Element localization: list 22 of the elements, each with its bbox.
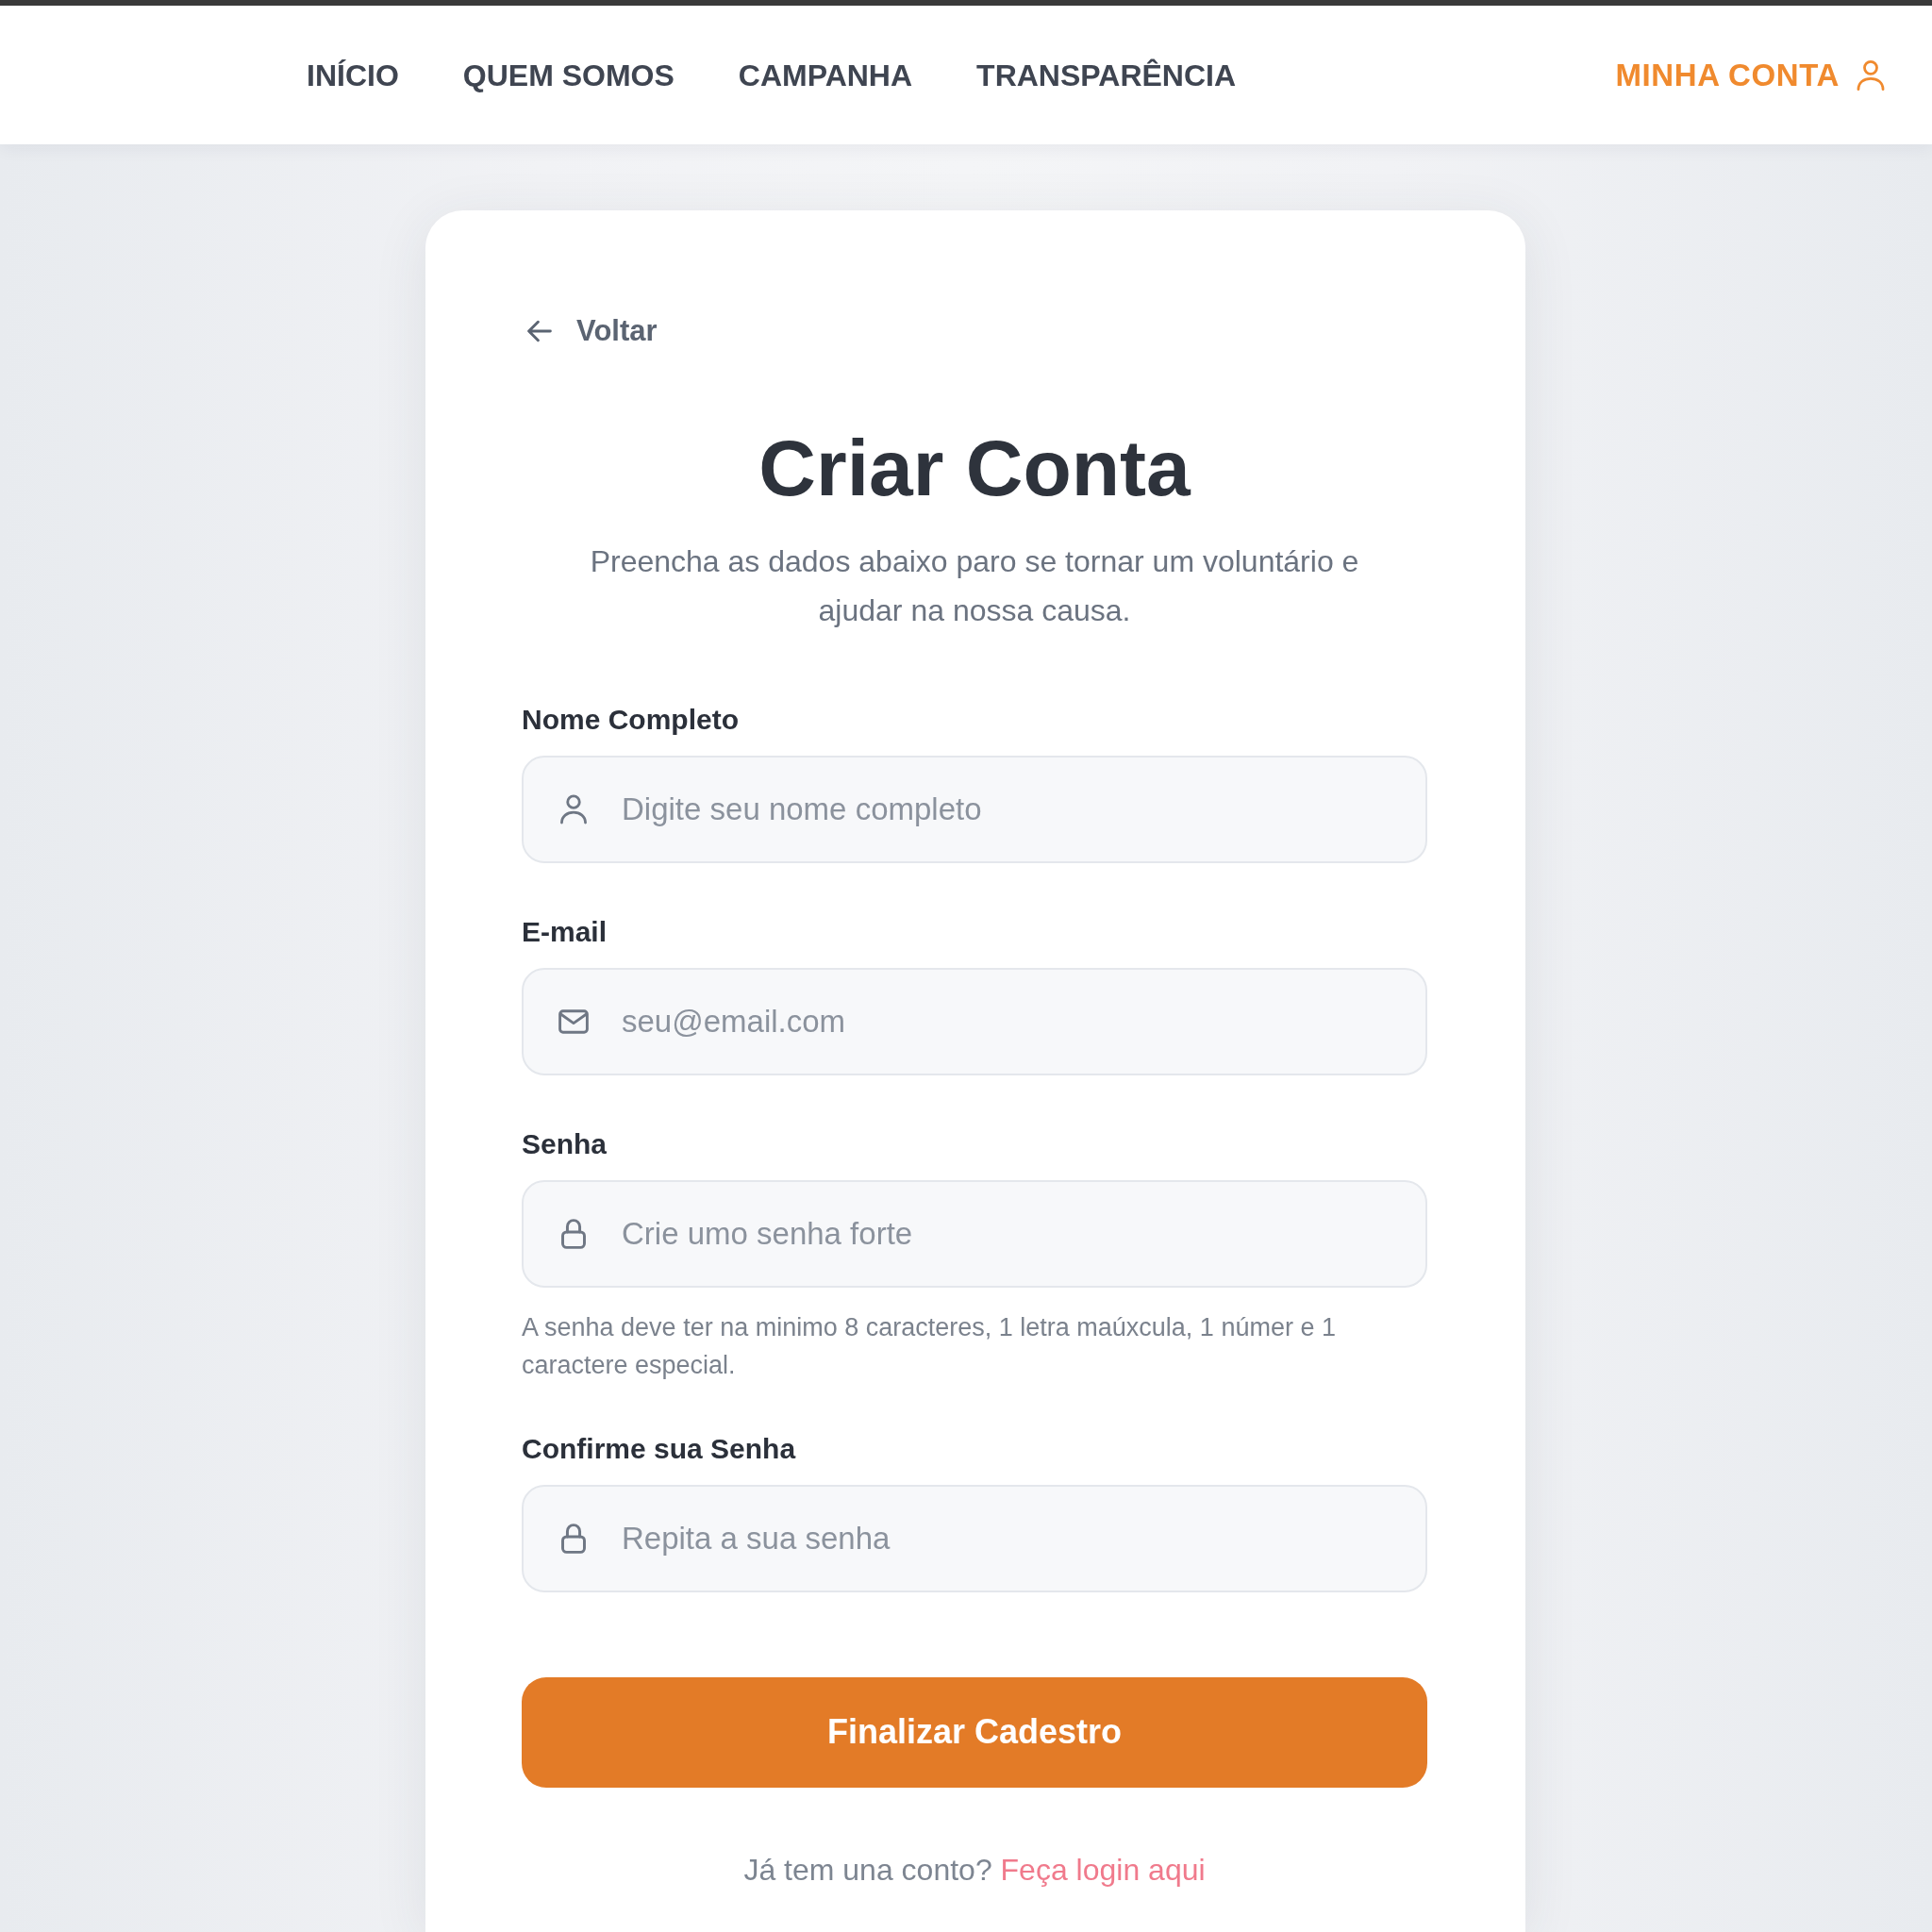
form-subtitle: Preencha as dados abaixo paro se tornar um voluntário e ajudar na nossa causa.: [589, 542, 1360, 629]
login-prompt: Já tem una conto? Feça login aqui: [742, 1851, 1207, 1888]
email-field[interactable]: seu@email.com: [522, 967, 1427, 1075]
password-field[interactable]: Repita a sua senha: [522, 1484, 1427, 1592]
nav-link[interactable]: QUEM SOMOS: [462, 52, 675, 98]
arrow-left-icon: [527, 320, 552, 342]
nav-link[interactable]: TRANSPARÊNCIA: [976, 52, 1237, 98]
password-field[interactable]: Crie umo senha forte: [522, 1179, 1427, 1288]
nav-link[interactable]: CAMPANHA: [738, 52, 913, 98]
person-icon: [558, 793, 589, 824]
form-title: Criar Conta: [758, 423, 1192, 514]
padlock-icon: [558, 1218, 589, 1249]
back-link[interactable]: Voltar: [522, 314, 658, 348]
field-label: Nome Completo: [522, 703, 740, 736]
name-field[interactable]: Digite seu nome completo: [522, 755, 1427, 863]
field-label: E-mail: [522, 915, 608, 948]
password-hint: A senha deve ter na minimo 8 caracteres, 1 letra maúxcula, 1 númer e 1 caractere especial.: [522, 1311, 1337, 1381]
field-label: Confirme sua Senha: [522, 1432, 797, 1465]
padlock-icon: [558, 1523, 589, 1554]
field-label: Senha: [522, 1127, 608, 1160]
user-icon: [1857, 58, 1885, 92]
nav-link[interactable]: INÍCIO: [307, 52, 399, 98]
